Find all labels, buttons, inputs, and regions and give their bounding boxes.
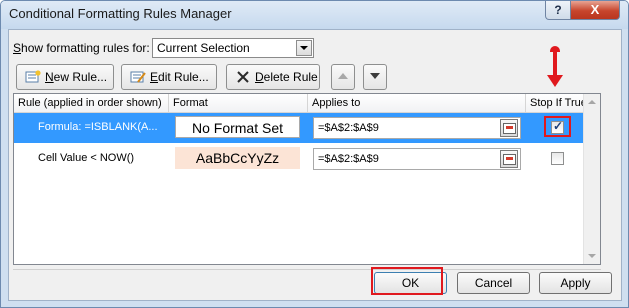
- grid-header: Rule (applied in order shown) Format App…: [14, 94, 587, 113]
- rule-row-selected[interactable]: Formula: =ISBLANK(A... No Format Set =$A…: [14, 113, 586, 143]
- edit-rule-button[interactable]: Edit Rule...: [121, 64, 217, 90]
- arrow-up-icon: [338, 73, 348, 79]
- applies-to-value: =$A$2:$A$9: [318, 122, 379, 134]
- edit-rule-label-text: dit Rule...: [158, 70, 209, 84]
- help-button[interactable]: ?: [545, 1, 571, 20]
- new-rule-label-text: ew Rule...: [53, 70, 108, 84]
- arrow-down-icon: [370, 73, 380, 79]
- scroll-down-button[interactable]: [584, 248, 600, 264]
- annotation-arrow-shaft: [553, 50, 557, 78]
- stop-if-true-checkbox[interactable]: [551, 152, 564, 165]
- move-up-button[interactable]: [331, 64, 355, 90]
- show-rules-label: Show formatting rules for:: [13, 41, 150, 55]
- new-rule-label: New Rule...: [45, 70, 107, 84]
- checkbox-highlight-annotation: [544, 116, 571, 137]
- format-preview: AaBbCcYyZz: [175, 147, 300, 169]
- delete-rule-button[interactable]: Delete Rule: [226, 64, 320, 90]
- apply-button[interactable]: Apply: [539, 272, 612, 294]
- delete-icon: [237, 71, 249, 83]
- rule-row[interactable]: Cell Value < NOW() AaBbCcYyZz =$A$2:$A$9: [14, 144, 586, 174]
- applies-to-input[interactable]: =$A$2:$A$9: [313, 148, 521, 170]
- close-icon: X: [590, 2, 600, 17]
- applies-to-input[interactable]: =$A$2:$A$9: [313, 117, 521, 139]
- close-button[interactable]: X: [570, 1, 620, 20]
- rules-manager-dialog: Conditional Formatting Rules Manager ? X…: [0, 0, 629, 308]
- show-rules-label-accesskey: S: [13, 41, 22, 55]
- help-icon: ?: [554, 3, 562, 17]
- cancel-button[interactable]: Cancel: [457, 272, 530, 294]
- dialog-body: Show formatting rules for: Current Selec…: [8, 29, 622, 301]
- range-select-button[interactable]: [500, 119, 518, 137]
- vertical-scrollbar[interactable]: [583, 94, 600, 264]
- delete-rule-label-text: elete Rule: [263, 70, 318, 84]
- scroll-down-icon: [588, 254, 596, 258]
- chevron-down-icon[interactable]: [296, 40, 312, 56]
- column-header-applies-to[interactable]: Applies to: [308, 94, 526, 112]
- show-rules-selected: Current Selection: [157, 41, 250, 55]
- column-header-format[interactable]: Format: [169, 94, 308, 112]
- title-bar[interactable]: Conditional Formatting Rules Manager ? X: [1, 1, 628, 29]
- rule-description: Formula: =ISBLANK(A...: [38, 121, 158, 133]
- delete-rule-label: Delete Rule: [255, 70, 318, 84]
- dialog-title: Conditional Formatting Rules Manager: [9, 6, 232, 21]
- show-rules-label-text: how formatting rules for:: [21, 41, 150, 55]
- edit-rule-accesskey: E: [150, 70, 159, 84]
- delete-rule-accesskey: D: [255, 70, 264, 84]
- show-rules-dropdown[interactable]: Current Selection: [152, 38, 314, 58]
- rule-description: Cell Value < NOW(): [38, 152, 135, 164]
- range-select-button[interactable]: [500, 150, 518, 168]
- scroll-up-icon: [588, 100, 596, 104]
- annotation-arrow-icon: [547, 75, 563, 87]
- format-preview: No Format Set: [175, 116, 300, 138]
- applies-to-value: =$A$2:$A$9: [318, 153, 379, 165]
- new-rule-icon: [25, 70, 41, 83]
- column-header-stop-if-true[interactable]: Stop If True: [526, 94, 587, 112]
- ok-highlight-annotation: [371, 267, 443, 295]
- edit-rule-label: Edit Rule...: [150, 70, 209, 84]
- divider: [13, 269, 601, 270]
- new-rule-button[interactable]: New Rule...: [16, 64, 114, 90]
- new-rule-accesskey: N: [45, 70, 54, 84]
- scroll-up-button[interactable]: [584, 94, 600, 110]
- move-down-button[interactable]: [363, 64, 387, 90]
- column-header-rule[interactable]: Rule (applied in order shown): [14, 94, 169, 112]
- edit-rule-icon: [130, 71, 146, 83]
- rules-grid[interactable]: Rule (applied in order shown) Format App…: [13, 93, 601, 265]
